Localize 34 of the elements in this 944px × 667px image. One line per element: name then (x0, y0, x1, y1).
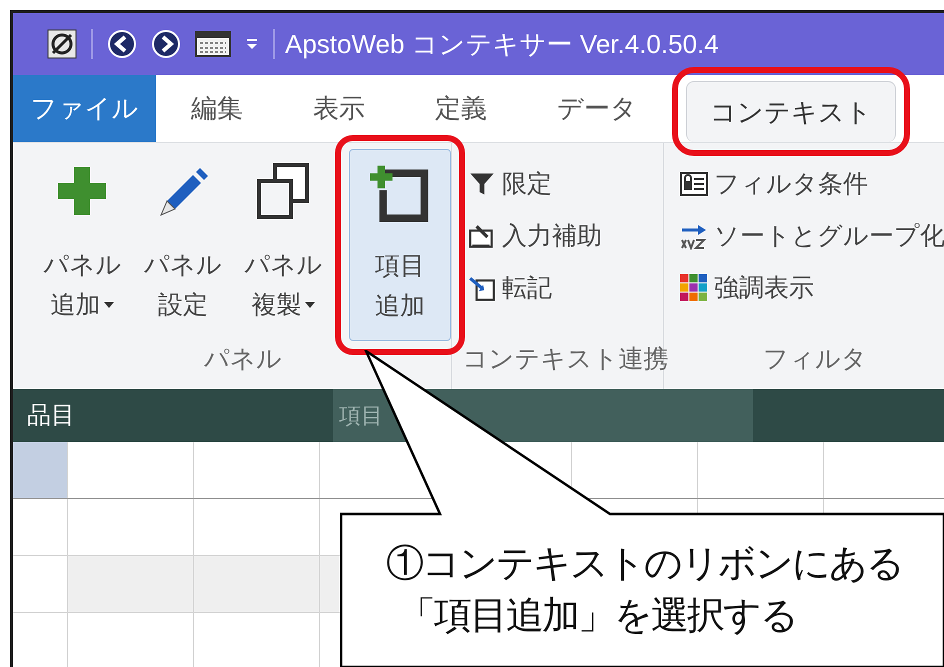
callout-text: 「項目追加」を選択する (398, 594, 797, 639)
group-label: コンテキスト連携 (462, 344, 668, 376)
caret-icon (104, 302, 114, 308)
group-label: パネル (204, 344, 282, 376)
ghost-label: 項目 (339, 402, 383, 430)
ribbon-tab[interactable]: 編集 (156, 75, 278, 142)
caret-icon (305, 302, 316, 308)
ribbon-tab[interactable]: 定義 (400, 75, 522, 142)
group-label: フィルタ (763, 344, 867, 376)
back-icon[interactable] (107, 29, 137, 60)
color-grid-icon (680, 274, 708, 302)
panel-title: 品目 (27, 400, 75, 431)
row-header-cell[interactable] (13, 556, 68, 612)
ribbon-tab[interactable]: ファイル (13, 75, 156, 142)
ribbon-button[interactable]: 入力補助 (468, 215, 663, 258)
ribbon-button[interactable]: 強調表示 (680, 267, 944, 310)
app-icon[interactable] (47, 29, 77, 60)
keyboard-icon[interactable] (195, 30, 231, 58)
document-arrow-icon (468, 274, 496, 302)
ribbon-button[interactable]: パネル 追加 (35, 149, 130, 342)
row-header-cell[interactable] (13, 442, 68, 498)
window-title: ApstoWeb コンテキサー Ver.4.0.50.4 (285, 28, 719, 61)
ribbon-button[interactable]: フィルタ条件 (680, 163, 944, 206)
ribbon-tab[interactable]: データ (522, 75, 672, 142)
sort-arrow-icon (680, 222, 708, 250)
dropdown-icon[interactable] (245, 37, 259, 52)
ribbon-tab[interactable]: 表示 (278, 75, 400, 142)
forward-icon[interactable] (151, 29, 181, 60)
ribbon-button[interactable]: 限定 (468, 163, 663, 206)
ribbon-button[interactable]: パネル 設定 (136, 149, 230, 342)
ribbon-button[interactable]: 転記 (468, 267, 663, 310)
form-lock-icon (680, 170, 708, 198)
ribbon-button[interactable]: パネル 複製 (236, 149, 331, 342)
callout-text: ①コンテキストのリボンにある (386, 542, 903, 587)
